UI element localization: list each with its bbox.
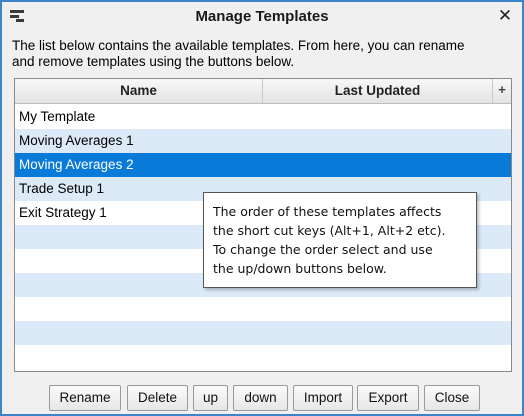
close-icon[interactable]: ✕	[497, 7, 513, 25]
description-line-2: and remove templates using the buttons b…	[12, 54, 295, 69]
close-button[interactable]: Close	[424, 385, 480, 411]
up-button[interactable]: up	[193, 385, 228, 411]
list-item[interactable]: Moving Averages 1	[15, 129, 511, 153]
list-item-empty	[15, 321, 511, 345]
down-button[interactable]: down	[233, 385, 288, 411]
add-column-icon[interactable]: +	[493, 79, 511, 103]
tooltip-line-4: the up/down buttons below.	[213, 261, 387, 276]
dialog-title: Manage Templates	[195, 8, 329, 25]
tooltip-line-3: To change the order select and use	[213, 242, 433, 257]
import-button[interactable]: Import	[293, 385, 353, 411]
list-item-selected[interactable]: Moving Averages 2	[15, 153, 511, 177]
button-bar: Rename Delete up down Import Export Clos…	[2, 385, 522, 411]
tooltip-line-1: The order of these templates affects	[213, 204, 442, 219]
tooltip-line-2: the short cut keys (Alt+1, Alt+2 etc).	[213, 223, 446, 238]
list-item-empty	[15, 297, 511, 321]
column-header-last-updated[interactable]: Last Updated	[263, 79, 493, 103]
delete-button[interactable]: Delete	[127, 385, 188, 411]
list-item-empty	[15, 345, 511, 369]
title-bar[interactable]: Manage Templates ✕	[2, 2, 522, 32]
column-header-name[interactable]: Name	[15, 79, 263, 103]
export-button[interactable]: Export	[357, 385, 419, 411]
manage-templates-dialog: Manage Templates ✕ The list below contai…	[0, 0, 524, 416]
order-tooltip: The order of these templates affects the…	[203, 192, 477, 288]
description-text: The list below contains the available te…	[12, 38, 512, 70]
rename-button[interactable]: Rename	[49, 385, 121, 411]
list-header: Name Last Updated +	[15, 79, 511, 104]
description-line-1: The list below contains the available te…	[12, 38, 465, 53]
list-item[interactable]: My Template	[15, 105, 511, 129]
